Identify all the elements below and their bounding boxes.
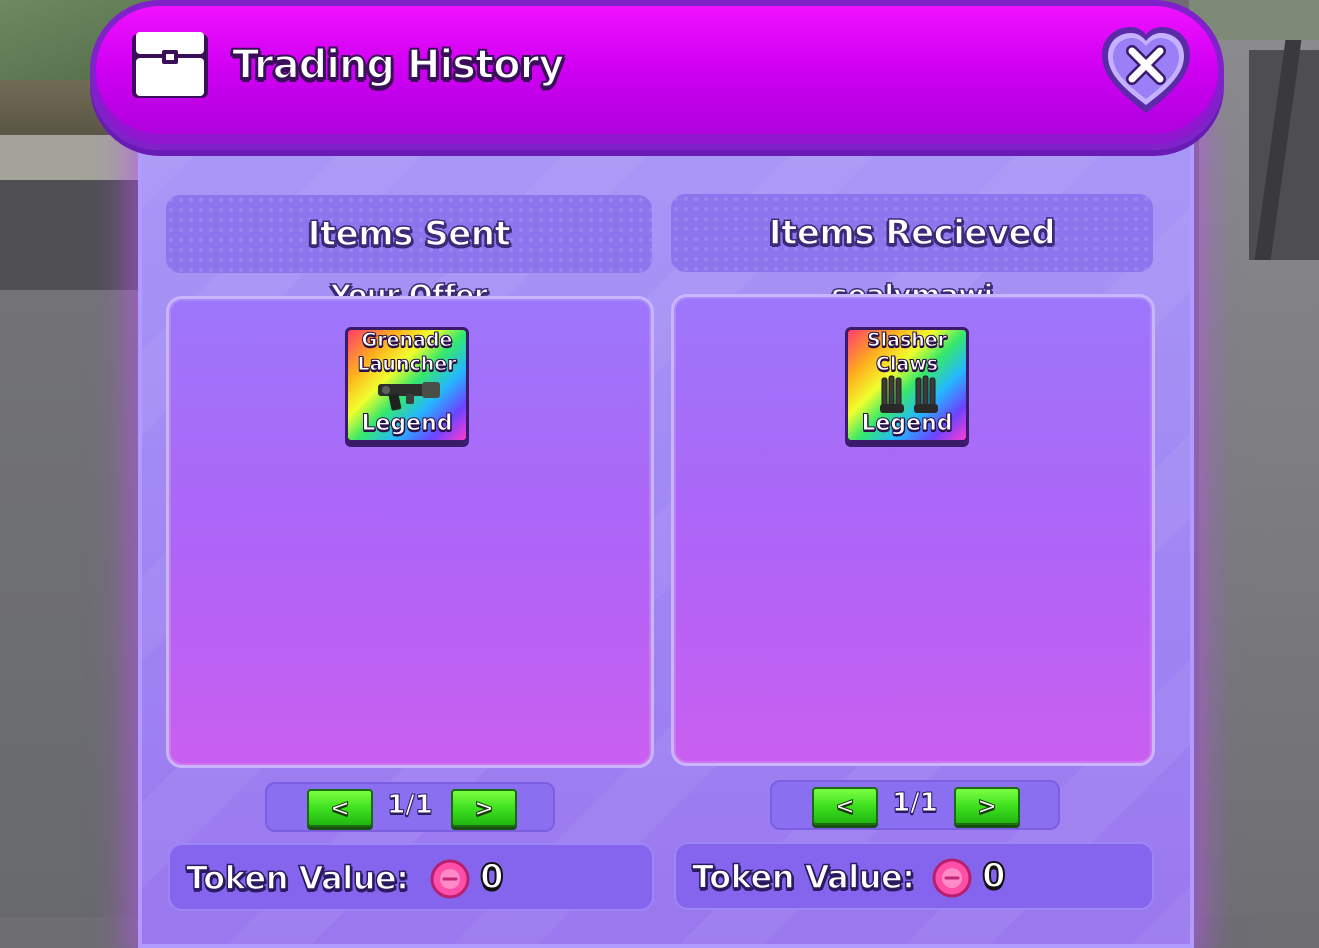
received-token-bar: Token Value: 0 <box>674 842 1154 910</box>
sent-pager: < 1/1 > <box>265 782 555 832</box>
item-rarity: Legend <box>861 411 953 437</box>
sent-items-area: Grenade Launcher Legend <box>166 296 654 768</box>
item-name: Slasher Claws <box>866 329 948 376</box>
items-sent-label: Items Sent <box>307 213 511 255</box>
grenade-launcher-icon <box>378 382 440 411</box>
background-ground <box>0 290 160 917</box>
received-items-area: Slasher Claws Legend <box>671 294 1155 766</box>
items-received-header: Items Recieved <box>671 194 1153 272</box>
sent-token-value: 0 <box>479 856 505 898</box>
item-card-grenade-launcher[interactable]: Grenade Launcher Legend <box>345 327 469 443</box>
token-coin-icon <box>932 858 972 898</box>
window-title: Trading History <box>231 41 565 89</box>
received-next-page-button[interactable]: > <box>954 787 1020 825</box>
sent-next-page-button[interactable]: > <box>451 789 517 827</box>
slasher-claws-icon <box>880 375 938 413</box>
sent-token-bar: Token Value: 0 <box>168 843 654 911</box>
received-token-value: 0 <box>981 855 1007 897</box>
item-card-slasher-claws[interactable]: Slasher Claws Legend <box>845 327 969 443</box>
chest-icon <box>132 32 208 98</box>
background-dark-wall <box>0 180 150 300</box>
received-pager: < 1/1 > <box>770 780 1060 830</box>
items-sent-header: Items Sent <box>166 195 652 273</box>
received-token-label: Token Value: <box>691 857 915 897</box>
item-rarity: Legend <box>361 411 453 437</box>
close-heart-icon[interactable] <box>1098 25 1194 117</box>
token-coin-icon <box>430 859 470 899</box>
sent-token-label: Token Value: <box>185 858 409 898</box>
items-received-label: Items Recieved <box>768 212 1056 254</box>
item-name: Grenade Launcher <box>357 329 457 376</box>
